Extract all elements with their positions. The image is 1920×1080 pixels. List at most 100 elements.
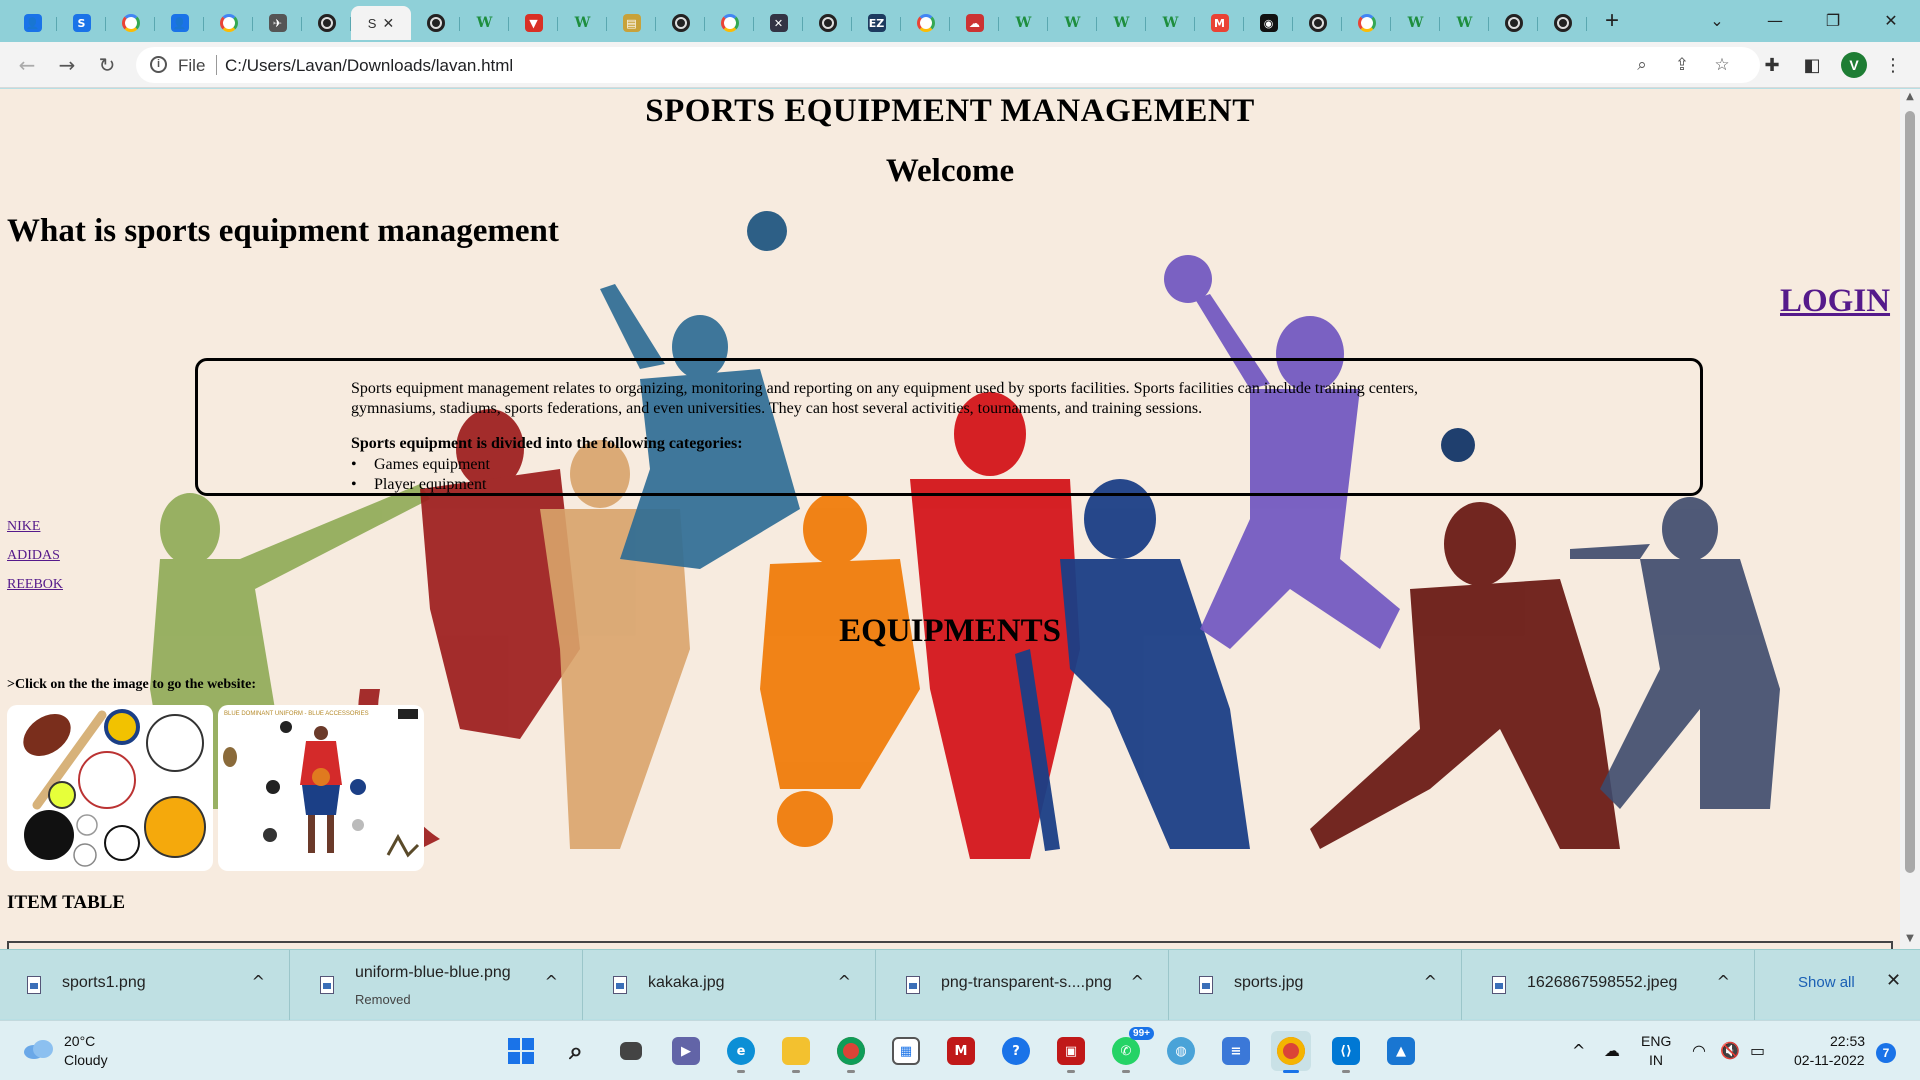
new-tab-button[interactable]: + [1598, 8, 1626, 36]
tab[interactable] [803, 6, 852, 40]
globe-app-icon[interactable]: ◍ [1161, 1031, 1201, 1071]
tab[interactable]: W [1146, 6, 1195, 40]
tab[interactable] [106, 6, 155, 40]
login-link[interactable]: LOGIN [1780, 283, 1890, 320]
clock-time[interactable]: 22:53 [1830, 1033, 1865, 1049]
scroll-up-icon[interactable]: ▲ [1904, 91, 1916, 102]
extensions-puzzle-icon[interactable]: ✚ [1759, 52, 1785, 78]
whatsapp-icon[interactable]: ✆ 99+ [1106, 1027, 1154, 1073]
chevron-up-icon[interactable]: ^ [1717, 972, 1730, 991]
tab[interactable]: W [1097, 6, 1146, 40]
nike-link[interactable]: NIKE [7, 519, 40, 535]
restore-icon[interactable]: ❐ [1804, 0, 1862, 40]
download-item[interactable]: sports1.png ^ [0, 950, 290, 1020]
tab[interactable]: ✕ [754, 6, 803, 40]
close-icon[interactable]: ✕ [1886, 970, 1901, 991]
download-item[interactable]: sports.jpg ^ [1172, 950, 1462, 1020]
tab[interactable]: ▤ [607, 6, 656, 40]
tab[interactable] [1342, 6, 1391, 40]
tab[interactable]: W [558, 6, 607, 40]
download-item[interactable]: uniform-blue-blue.png Removed ^ [293, 950, 583, 1020]
download-item[interactable]: png-transparent-s....png ^ [879, 950, 1169, 1020]
photos-icon[interactable]: ▲ [1381, 1031, 1421, 1071]
tab[interactable]: W [1440, 6, 1489, 40]
search-icon[interactable]: ⌕ [556, 1031, 596, 1071]
tab[interactable]: 👤 [155, 6, 204, 40]
tab[interactable]: 👤 [8, 6, 57, 40]
download-item[interactable]: kakaka.jpg ^ [586, 950, 876, 1020]
battery-icon[interactable]: ▭ [1750, 1041, 1765, 1060]
uniform-image[interactable]: BLUE DOMINANT UNIFORM - BLUE ACCESSORIES [218, 705, 424, 871]
tab-active[interactable]: S ✕ [351, 6, 411, 40]
chevron-up-icon[interactable]: ^ [838, 972, 851, 991]
forward-arrow-icon[interactable]: → [52, 50, 82, 80]
tab[interactable]: W [999, 6, 1048, 40]
tab[interactable] [302, 6, 351, 40]
onedrive-cloud-icon[interactable]: ☁ [1604, 1041, 1620, 1060]
tab[interactable]: ▼ [509, 6, 558, 40]
tab[interactable]: W [460, 6, 509, 40]
zoom-icon[interactable]: ⌕ [1631, 54, 1653, 76]
tab[interactable]: W [1048, 6, 1097, 40]
store-icon[interactable]: ▦ [886, 1031, 926, 1071]
tab[interactable] [705, 6, 754, 40]
address-bar[interactable]: i File C:/Users/Lavan/Downloads/lavan.ht… [136, 47, 1760, 83]
reebok-link[interactable]: REEBOK [7, 577, 63, 593]
task-view-icon[interactable] [611, 1031, 651, 1071]
close-window-icon[interactable]: ✕ [1862, 0, 1920, 40]
vscode-icon[interactable]: ⟨⟩ [1326, 1031, 1366, 1073]
chevron-up-icon[interactable]: ^ [545, 972, 558, 991]
show-all-button[interactable]: Show all [1798, 974, 1855, 991]
tab[interactable] [411, 6, 460, 40]
tab[interactable] [656, 6, 705, 40]
cloud-weather-icon[interactable] [22, 1039, 56, 1059]
tab[interactable]: ☁ [950, 6, 999, 40]
tab[interactable]: ✈ [253, 6, 302, 40]
tab[interactable]: M [1195, 6, 1244, 40]
tab[interactable] [1293, 6, 1342, 40]
share-icon[interactable]: ⇪ [1671, 54, 1693, 76]
weather-temperature[interactable]: 20°C [64, 1033, 95, 1049]
mcafee-icon[interactable]: M [941, 1031, 981, 1071]
bookmark-star-icon[interactable]: ☆ [1711, 54, 1733, 76]
scroll-down-icon[interactable]: ▼ [1904, 933, 1916, 944]
tab[interactable] [1489, 6, 1538, 40]
edge-icon[interactable]: e [721, 1031, 761, 1073]
teams-chat-icon[interactable]: ▶ [666, 1031, 706, 1071]
show-hidden-icons-icon[interactable]: ^ [1572, 1041, 1585, 1060]
start-button[interactable] [501, 1031, 541, 1071]
reload-icon[interactable]: ↻ [92, 50, 122, 80]
chevron-up-icon[interactable]: ^ [1131, 972, 1144, 991]
notification-badge[interactable]: 7 [1876, 1043, 1896, 1063]
info-icon[interactable]: i [150, 56, 167, 73]
app-icon[interactable]: ▣ [1051, 1031, 1091, 1073]
adidas-link[interactable]: ADIDAS [7, 548, 60, 564]
tab[interactable] [1538, 6, 1587, 40]
minimize-icon[interactable]: — [1746, 0, 1804, 40]
download-item[interactable]: 1626867598552.jpeg ^ [1465, 950, 1755, 1020]
tab[interactable]: ◉ [1244, 6, 1293, 40]
close-tab-icon[interactable]: ✕ [382, 15, 394, 32]
wifi-icon[interactable]: ◠ [1692, 1041, 1706, 1060]
tab[interactable] [204, 6, 253, 40]
profile-avatar[interactable]: V [1841, 52, 1867, 78]
tab[interactable]: W [1391, 6, 1440, 40]
chrome-icon[interactable] [1271, 1031, 1311, 1073]
chevron-up-icon[interactable]: ^ [252, 972, 265, 991]
volume-muted-icon[interactable]: 🔇 [1720, 1041, 1740, 1060]
language-region[interactable]: IN [1649, 1052, 1663, 1068]
weather-condition[interactable]: Cloudy [64, 1052, 108, 1068]
tab[interactable]: EZ [852, 6, 901, 40]
menu-kebab-icon[interactable]: ⋮ [1880, 52, 1906, 78]
side-panel-icon[interactable]: ◧ [1799, 52, 1825, 78]
clock-date[interactable]: 02-11-2022 [1794, 1052, 1865, 1068]
back-arrow-icon[interactable]: ← [12, 50, 42, 80]
tab[interactable] [901, 6, 950, 40]
chrome-profile-icon[interactable] [831, 1031, 871, 1073]
url-text[interactable]: C:/Users/Lavan/Downloads/lavan.html [225, 56, 513, 76]
chevron-up-icon[interactable]: ^ [1424, 972, 1437, 991]
tab[interactable]: S [57, 6, 106, 40]
notepad-icon[interactable]: ≡ [1216, 1031, 1256, 1071]
tab-search-icon[interactable]: ⌄ [1688, 0, 1746, 40]
file-explorer-icon[interactable] [776, 1031, 816, 1073]
